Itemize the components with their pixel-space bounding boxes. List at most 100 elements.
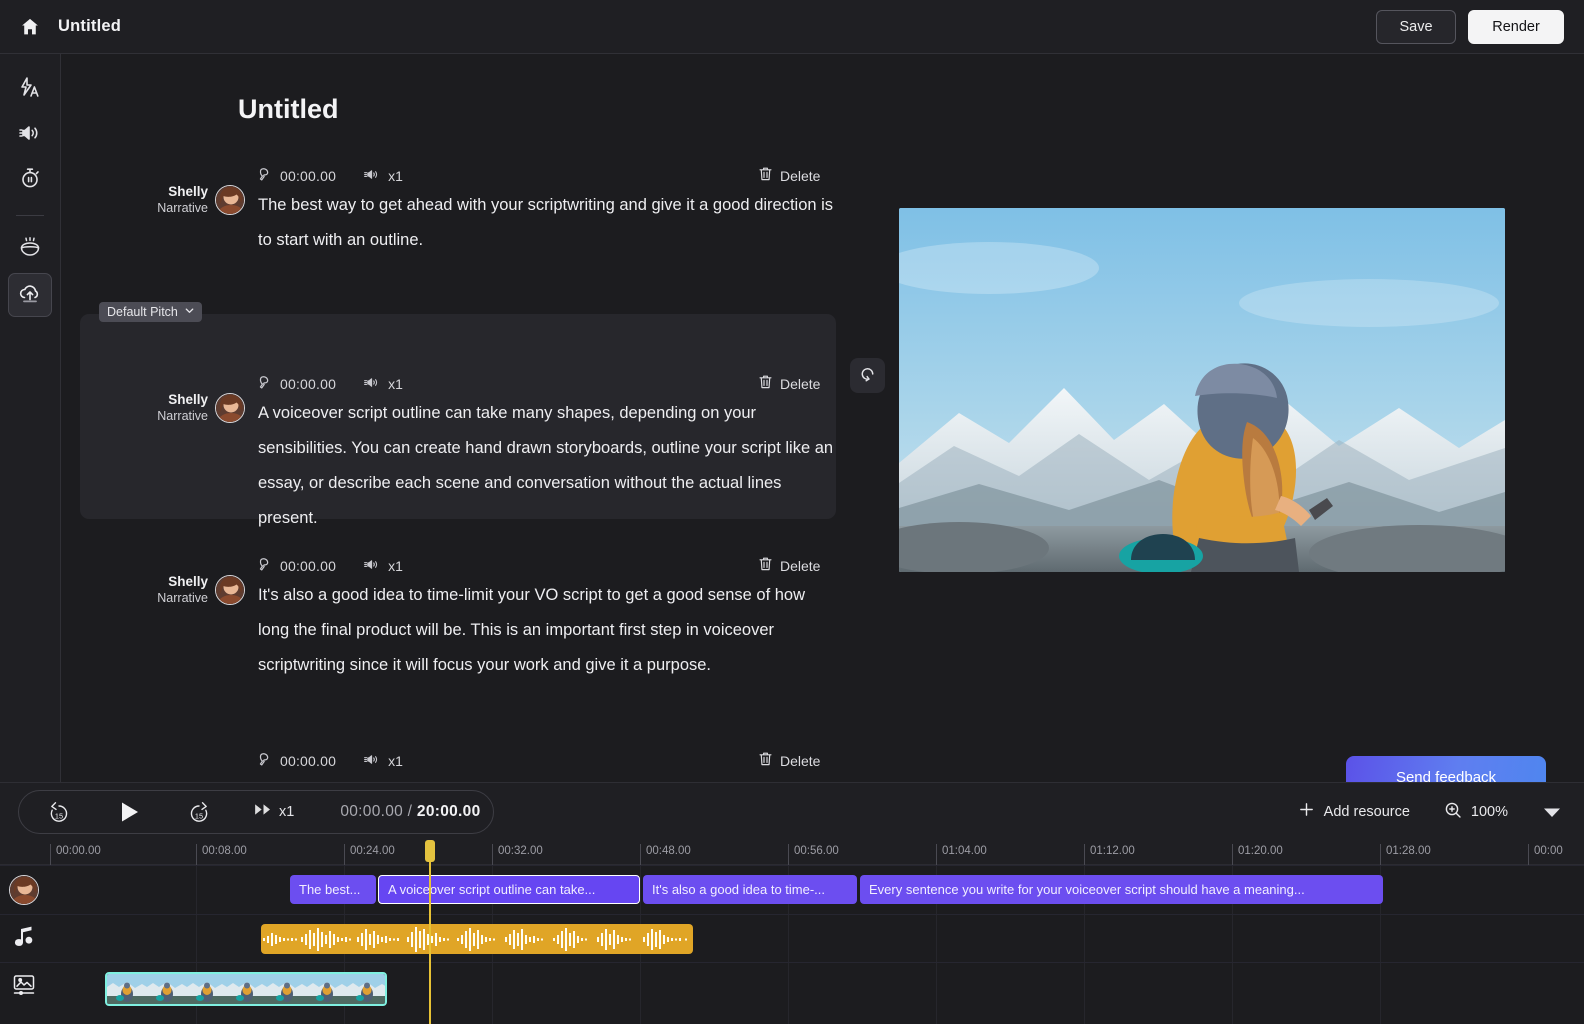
speaker-role: Narrative [157, 201, 208, 217]
timeline-clip-audio[interactable] [261, 924, 693, 954]
delete-label: Delete [780, 376, 820, 392]
pitch-dropdown[interactable]: Default Pitch [99, 302, 202, 322]
playhead-handle[interactable] [425, 840, 435, 862]
speaker-text: Shelly Narrative [157, 184, 208, 217]
avatar [215, 185, 245, 215]
playback-controls: 15 15 x1 00:00.00 / 20:00.00 [18, 790, 494, 834]
speaker-role: Narrative [157, 591, 208, 607]
sidebar-item-text-to-speech[interactable] [8, 68, 52, 112]
plus-icon [1298, 801, 1315, 822]
ruler-tick-label: 00:32.00 [498, 845, 543, 857]
pitch-label: Default Pitch [107, 305, 178, 319]
avatar [215, 393, 245, 423]
delete-button[interactable]: Delete [758, 751, 820, 770]
script-text[interactable]: The best way to get ahead with your scri… [258, 188, 838, 258]
svg-text:15: 15 [195, 811, 203, 820]
volume-icon [18, 121, 42, 150]
delete-label: Delete [780, 558, 820, 574]
block-time: 00:00.00 [280, 168, 336, 184]
send-feedback-button[interactable]: Send feedback [1346, 756, 1546, 782]
transport-bar: 15 15 x1 00:00.00 / 20:00.00 [0, 782, 1584, 840]
fast-forward-icon [255, 803, 272, 820]
timeline-ruler[interactable]: 00:00.00 00:08.00 00:24.00 00:32.00 00:4… [0, 840, 1584, 865]
current-time: 00:00.00 [340, 803, 403, 820]
media-preview[interactable] [899, 208, 1505, 572]
sidebar-item-pronunciation[interactable] [8, 228, 52, 272]
home-icon[interactable] [16, 13, 44, 41]
top-bar: Untitled Save Render [0, 0, 1584, 54]
speaker-chip[interactable]: Shelly Narrative [125, 392, 245, 425]
ruler-tick-label: 00:56.00 [794, 845, 839, 857]
block-time: 00:00.00 [280, 753, 336, 769]
script-text[interactable]: It's also a good idea to time-limit your… [258, 578, 838, 683]
pause-marker-icon[interactable] [258, 557, 273, 575]
block-meta: 00:00.00 x1 [258, 374, 403, 394]
rewind-15-button[interactable]: 15 [47, 800, 71, 824]
transport-right-group: Add resource 100% [1298, 801, 1562, 823]
media-track[interactable] [0, 972, 1536, 1006]
delete-button[interactable]: Delete [758, 556, 820, 575]
speaker-chip[interactable]: Shelly Narrative [125, 184, 245, 217]
timeline-clip-voice-selected[interactable]: A voiceover script outline can take... [378, 875, 640, 904]
music-track[interactable] [0, 924, 1536, 954]
sidebar-item-timing[interactable] [8, 158, 52, 202]
block-speed[interactable]: x1 [364, 557, 403, 575]
delete-label: Delete [780, 168, 820, 184]
trash-icon [758, 556, 773, 575]
timeline: 00:00.00 00:08.00 00:24.00 00:32.00 00:4… [0, 840, 1584, 1024]
block-speed-label: x1 [388, 168, 403, 184]
rail-divider [16, 215, 44, 216]
document-title[interactable]: Untitled [238, 94, 339, 125]
add-resource-button[interactable]: Add resource [1298, 801, 1410, 822]
delete-button[interactable]: Delete [758, 166, 820, 185]
block-speed[interactable]: x1 [364, 375, 403, 393]
timeline-clip-voice[interactable]: It's also a good idea to time-... [643, 875, 857, 904]
volume-small-icon [364, 375, 381, 393]
timeline-clip-voice[interactable]: Every sentence you write for your voiceo… [860, 875, 1383, 904]
sidebar-item-volume[interactable] [8, 113, 52, 157]
play-button[interactable] [115, 798, 143, 826]
speaker-text: Shelly Narrative [157, 392, 208, 425]
track-divider [0, 865, 1584, 866]
delete-button[interactable]: Delete [758, 374, 820, 393]
sidebar-item-upload[interactable] [8, 273, 52, 317]
playback-speed[interactable]: x1 [255, 803, 294, 820]
pause-marker-icon[interactable] [258, 752, 273, 770]
cloud-upload-icon [17, 280, 43, 311]
trash-icon [758, 166, 773, 185]
pause-marker-icon[interactable] [258, 375, 273, 393]
block-meta: 00:00.00 x1 [258, 751, 403, 771]
block-meta: 00:00.00 x1 [258, 556, 403, 576]
pause-marker-icon[interactable] [258, 167, 273, 185]
ruler-tick-label: 01:12.00 [1090, 845, 1135, 857]
block-speed[interactable]: x1 [364, 752, 403, 770]
replace-media-button[interactable] [850, 358, 885, 393]
timer-pause-icon [18, 166, 42, 195]
save-button[interactable]: Save [1376, 10, 1456, 44]
total-time: 20:00.00 [417, 803, 481, 820]
ruler-tick-label: 01:28.00 [1386, 845, 1431, 857]
ruler-tick-label: 00:08.00 [202, 845, 247, 857]
ruler-tick-label: 00:00 [1534, 845, 1563, 857]
timecode: 00:00.00 / 20:00.00 [340, 803, 480, 821]
render-button[interactable]: Render [1468, 10, 1564, 44]
block-speed-label: x1 [388, 753, 403, 769]
delete-label: Delete [780, 753, 820, 769]
pronunciation-mouth-icon [17, 235, 43, 266]
trash-icon [758, 374, 773, 393]
speaker-chip[interactable]: Shelly Narrative [125, 574, 245, 607]
top-bar-actions: Save Render [1376, 10, 1564, 44]
playhead[interactable] [429, 840, 431, 1024]
forward-15-button[interactable]: 15 [187, 800, 211, 824]
voice-track[interactable]: The best... A voiceover script outline c… [0, 875, 1536, 904]
chevron-down-icon[interactable] [1542, 805, 1562, 819]
ruler-tick-label: 01:20.00 [1238, 845, 1283, 857]
volume-small-icon [364, 167, 381, 185]
timeline-clip-media[interactable] [105, 972, 387, 1006]
block-time: 00:00.00 [280, 376, 336, 392]
timeline-clip-voice[interactable]: The best... [290, 875, 376, 904]
zoom-control[interactable]: 100% [1444, 801, 1508, 823]
block-speed[interactable]: x1 [364, 167, 403, 185]
script-text[interactable]: A voiceover script outline can take many… [258, 396, 838, 536]
chevron-down-icon [184, 305, 195, 319]
